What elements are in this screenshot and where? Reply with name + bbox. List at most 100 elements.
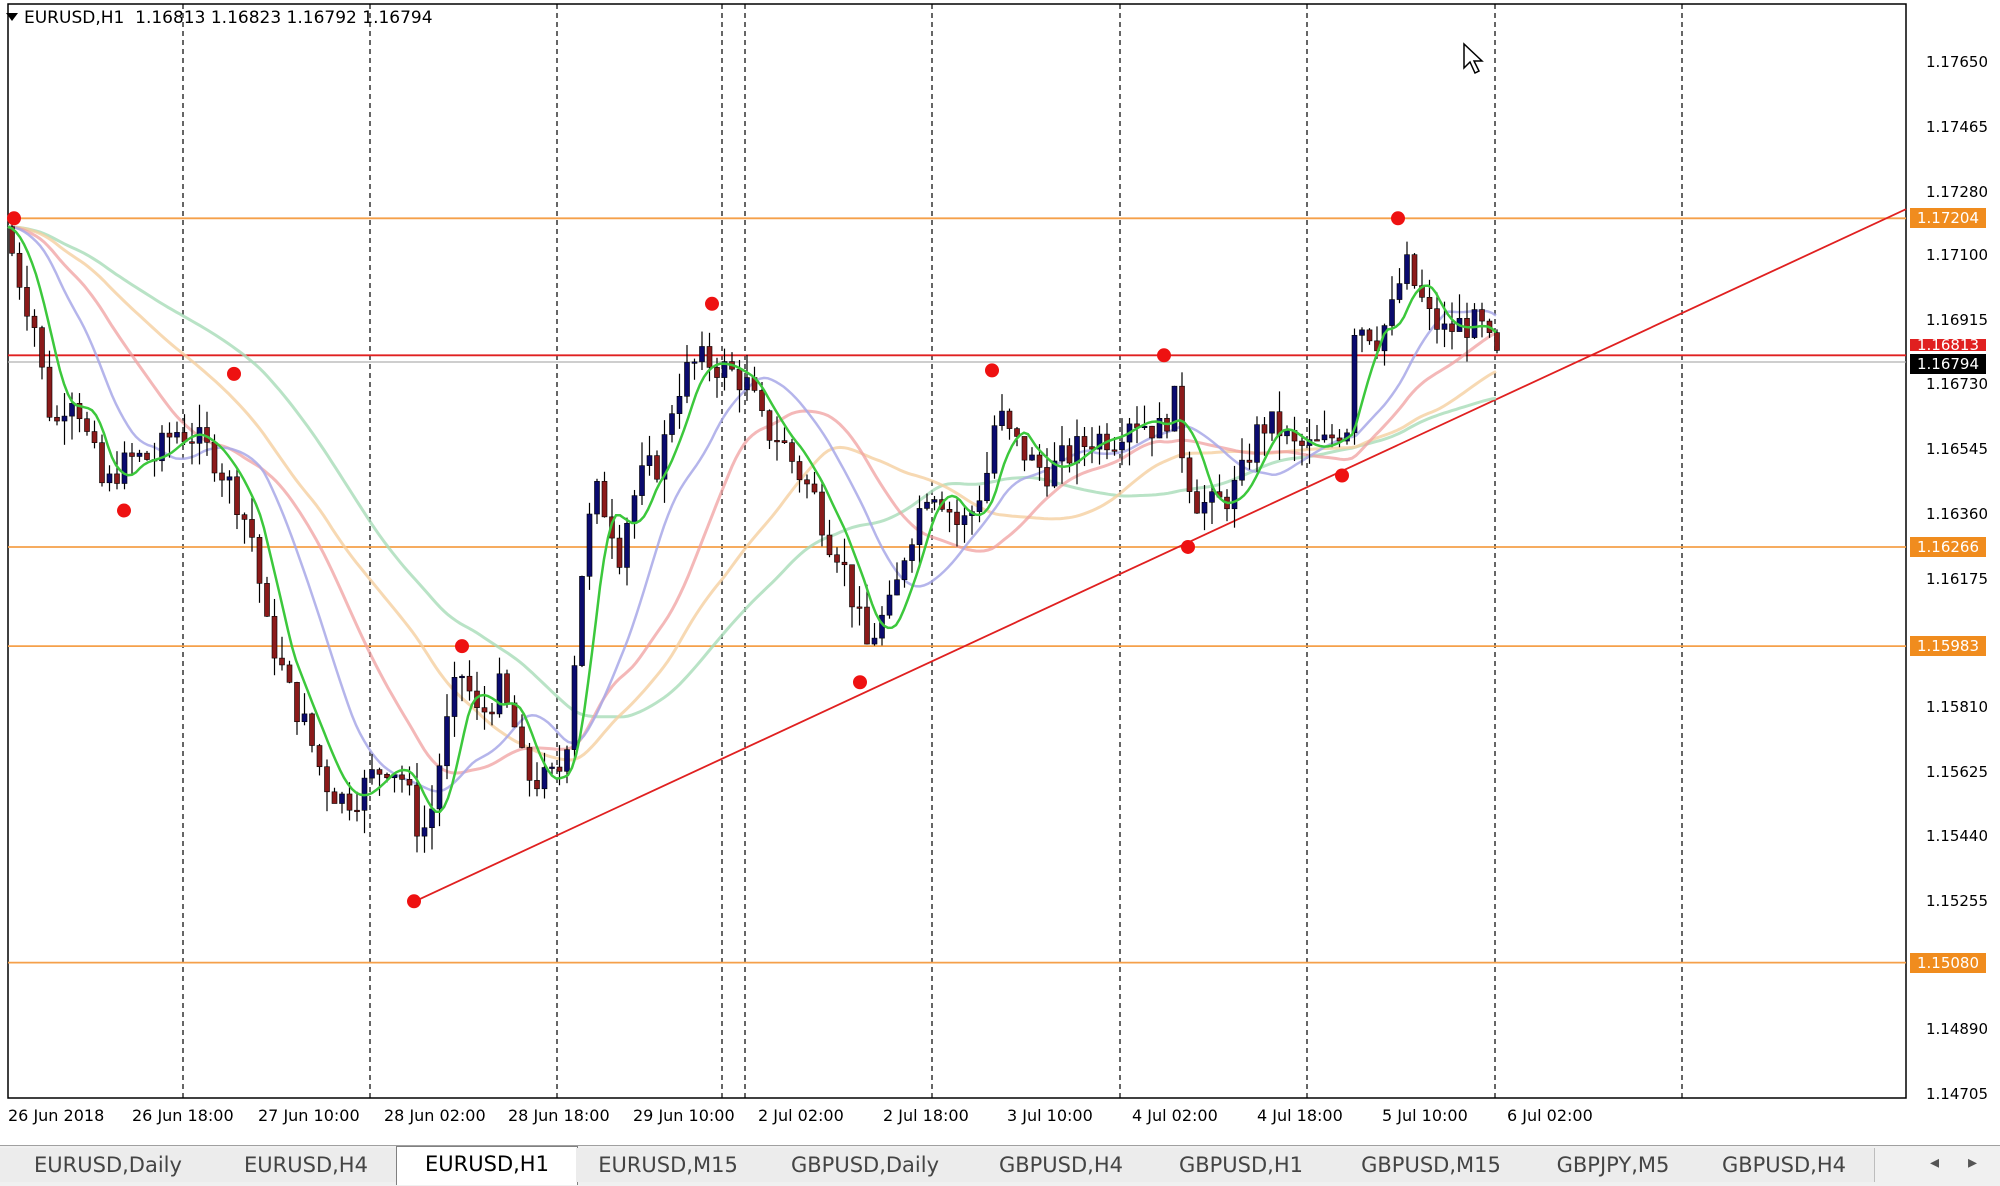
price-axis-label: 1.15440 xyxy=(1925,827,1988,846)
candle-bull xyxy=(1359,329,1365,336)
time-axis-label: 2 Jul 02:00 xyxy=(758,1106,844,1125)
fractal-marker xyxy=(117,503,131,518)
candle-bear xyxy=(414,784,420,837)
candle-bear xyxy=(1366,329,1373,342)
candle-bull xyxy=(301,713,308,723)
chart-tab[interactable]: GBPUSD,M15 xyxy=(1330,1148,1533,1182)
candle-bull xyxy=(226,476,233,481)
candle-bear xyxy=(601,481,608,518)
candle-bear xyxy=(1149,425,1155,439)
candle-bull xyxy=(1201,502,1208,514)
chart-tab[interactable]: EURUSD,H4 xyxy=(216,1148,397,1182)
candle-bear xyxy=(489,711,495,715)
candle-bear xyxy=(84,418,90,432)
candle-bull xyxy=(961,515,968,525)
candle-bull xyxy=(871,637,878,645)
candle-bear xyxy=(804,479,810,485)
time-axis-label: 26 Jun 2018 xyxy=(8,1106,105,1125)
candle-bear xyxy=(954,511,960,525)
candle-bear xyxy=(736,368,743,391)
candle-bear xyxy=(166,432,173,438)
mouse-pointer-icon xyxy=(1463,42,1484,75)
candle-bear xyxy=(129,452,135,457)
price-axis-label: 1.15255 xyxy=(1925,892,1988,911)
tab-scroll-left-icon[interactable]: ◂ xyxy=(1930,1152,1939,1173)
time-axis-label: 26 Jun 18:00 xyxy=(132,1106,234,1125)
candle-bear xyxy=(534,780,540,790)
candle-bear xyxy=(706,346,713,368)
fractal-marker xyxy=(705,296,719,311)
fractal-marker xyxy=(1335,468,1349,483)
candle-bull xyxy=(631,495,638,524)
candle-bear xyxy=(234,476,240,516)
time-axis-label: 29 Jun 10:00 xyxy=(633,1106,735,1125)
candle-bear xyxy=(31,315,38,328)
candle-bear xyxy=(1066,445,1073,464)
chart-tab[interactable]: GBPUSD,H4 xyxy=(1694,1148,1875,1182)
chart-tab[interactable]: GBPUSD,Daily xyxy=(760,1148,971,1182)
candle-bull xyxy=(444,716,450,767)
fractal-marker xyxy=(1181,539,1195,554)
chart-plot[interactable] xyxy=(0,0,2000,1145)
candle-bull xyxy=(699,346,705,363)
chart-menu-icon[interactable] xyxy=(6,13,18,21)
candle-bull xyxy=(894,579,900,596)
candle-bull xyxy=(646,455,653,466)
candle-bear xyxy=(264,583,270,617)
ohlc-readout: 1.16813 1.16823 1.16792 1.16794 xyxy=(135,8,433,28)
candle-bear xyxy=(219,472,225,481)
candle-bull xyxy=(684,362,690,397)
plot-frame xyxy=(7,3,1907,1099)
candle-bear xyxy=(1479,309,1485,322)
price-axis-label: 1.16175 xyxy=(1925,569,1988,588)
price-axis-label: 1.16915 xyxy=(1925,310,1988,329)
candle-bear xyxy=(766,410,773,441)
chart-tab[interactable]: GBPUSD,H1 xyxy=(1152,1148,1331,1182)
symbol-header: EURUSD,H1 1.16813 1.16823 1.16792 1.1679… xyxy=(6,8,433,28)
candle-bear xyxy=(376,769,383,775)
candle-bear xyxy=(1314,439,1320,442)
candle-bull xyxy=(1321,434,1328,441)
time-axis-label: 4 Jul 02:00 xyxy=(1132,1106,1218,1125)
candle-bull xyxy=(999,410,1005,426)
candle-bear xyxy=(91,431,98,443)
candle-bear xyxy=(849,564,855,608)
price-axis-label: 1.17280 xyxy=(1925,182,1988,201)
candle-bull xyxy=(931,499,938,503)
current-price-badge: 1.16794 xyxy=(1910,353,1986,374)
candle-bear xyxy=(249,519,255,538)
fractal-marker xyxy=(985,363,999,378)
tab-scroll-right-icon[interactable]: ▸ xyxy=(1968,1152,1977,1173)
chart-tab[interactable]: EURUSD,H1 xyxy=(396,1146,578,1185)
candle-bear xyxy=(286,664,293,683)
candle-bear xyxy=(241,514,248,520)
price-axis-label: 1.17465 xyxy=(1925,117,1988,136)
chart-tab[interactable]: EURUSD,Daily xyxy=(0,1148,217,1182)
bid-price-badge: 1.16813 xyxy=(1910,339,1986,352)
candle-bear xyxy=(466,675,473,692)
chart-tab[interactable]: GBPJPY,M5 xyxy=(1532,1148,1695,1182)
chart-tab-bar: EURUSD,Daily EURUSD,H4 EURUSD,H1 EURUSD,M15… xyxy=(0,1145,2000,1186)
price-axis-label: 1.17100 xyxy=(1925,245,1988,264)
candle-bear xyxy=(144,452,150,460)
chart-window[interactable]: EURUSD,H1 1.16813 1.16823 1.16792 1.1679… xyxy=(0,0,2000,1145)
candle-bear xyxy=(399,774,405,780)
candle-bear xyxy=(654,455,660,480)
candle-bear xyxy=(46,366,53,418)
time-axis-label: 27 Jun 10:00 xyxy=(258,1106,360,1125)
candle-bear xyxy=(211,441,218,474)
level-price-badge: 1.16266 xyxy=(1910,536,1986,557)
time-axis-label: 2 Jul 18:00 xyxy=(883,1106,969,1125)
candle-bull xyxy=(976,500,983,512)
price-axis-label: 1.15810 xyxy=(1925,697,1988,716)
candle-bear xyxy=(781,440,788,443)
time-axis-label: 28 Jun 02:00 xyxy=(384,1106,486,1125)
chart-tab[interactable]: GBPUSD,H4 xyxy=(970,1148,1153,1182)
chart-tab[interactable]: EURUSD,M15 xyxy=(576,1148,761,1182)
candle-bull xyxy=(429,808,435,829)
candle-bear xyxy=(279,657,285,666)
candle-bear xyxy=(1186,457,1193,492)
candle-bull xyxy=(1059,445,1065,462)
candle-bear xyxy=(774,440,780,443)
fractal-marker xyxy=(227,366,241,381)
